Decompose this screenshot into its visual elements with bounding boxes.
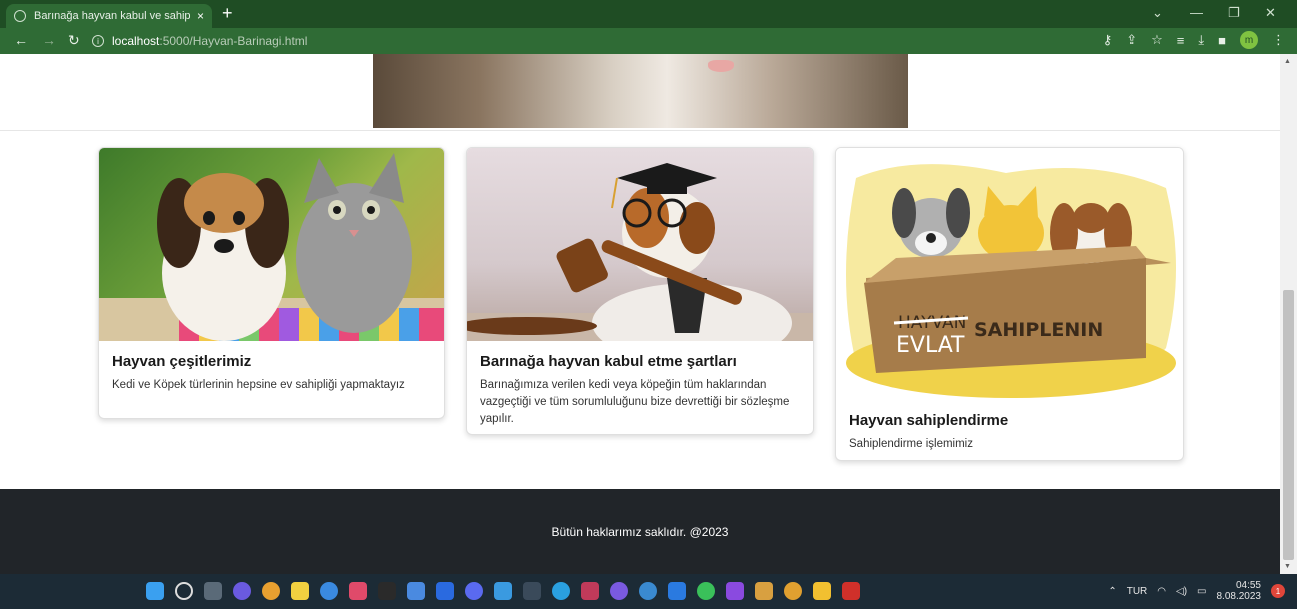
whatsapp-icon[interactable]: [697, 582, 715, 600]
browser-tab[interactable]: Barınağa hayvan kabul ve sahiple ×: [6, 4, 212, 28]
info-icon[interactable]: i: [92, 35, 104, 47]
viber-icon[interactable]: [610, 582, 628, 600]
forward-arrow-icon[interactable]: →: [42, 32, 56, 48]
adopt-box-illustration: HAYVAN EVLAT SAHIPLENIN: [846, 164, 1176, 398]
signal-icon[interactable]: [639, 582, 657, 600]
card-text: Sahiplendirme işlemimiz: [849, 438, 973, 450]
scrollbar-thumb[interactable]: [1283, 290, 1294, 560]
clock-time: 04:55: [1235, 580, 1261, 591]
address-bar[interactable]: i localhost :5000/Hayvan-Barinagi.html: [92, 31, 1042, 51]
pocket-icon[interactable]: [581, 582, 599, 600]
taskbar-apps: [146, 582, 860, 600]
new-tab-button[interactable]: +: [222, 4, 233, 22]
close-icon[interactable]: ×: [197, 9, 204, 23]
powershell-icon[interactable]: [436, 582, 454, 600]
discord-icon[interactable]: [465, 582, 483, 600]
reload-icon[interactable]: ↻: [68, 32, 80, 49]
page-viewport: Hayvan çeşitlerimiz Kedi ve Köpek türler…: [0, 54, 1280, 574]
toolbar-icons: ⚷ ⇪ ☆ ≡ ⤓ ■ m ⋮: [1103, 31, 1285, 49]
pdf-reader-icon[interactable]: [842, 582, 860, 600]
task-view-icon[interactable]: [204, 582, 222, 600]
share-icon[interactable]: ⇪: [1126, 32, 1137, 48]
page-footer: Bütün haklarımız saklıdır. @2023: [0, 489, 1280, 574]
image-overlay-text: EVLAT: [896, 333, 965, 358]
windows-taskbar: ⌃ TUR ◠ ◁) ▭ 04:55 8.08.2023 1: [0, 574, 1297, 609]
star-icon[interactable]: ☆: [1151, 32, 1163, 48]
store-icon[interactable]: [407, 582, 425, 600]
hero-image-cat: [373, 54, 908, 128]
section-divider: [0, 130, 1280, 131]
cat-nose-decoration: [708, 60, 734, 72]
dev-icon[interactable]: [349, 582, 367, 600]
window-close-icon[interactable]: ✕: [1265, 5, 1276, 21]
mail-icon[interactable]: [494, 582, 512, 600]
image-main-text: SAHIPLENIN: [974, 319, 1103, 341]
chevron-up-icon[interactable]: ⌃: [1108, 586, 1116, 597]
epic-games-icon[interactable]: [378, 582, 396, 600]
paint-icon[interactable]: [755, 582, 773, 600]
card-title: Hayvan sahiplendirme: [849, 412, 1009, 429]
card-adoption: HAYVAN EVLAT SAHIPLENIN Hayvan sahiplend…: [835, 147, 1184, 461]
reading-list-icon[interactable]: ≡: [1177, 33, 1185, 48]
card-animal-types: Hayvan çeşitlerimiz Kedi ve Köpek türler…: [98, 147, 445, 419]
card-image-judge-dog: [467, 148, 813, 363]
scroll-down-icon[interactable]: ▼: [1284, 563, 1291, 570]
restore-icon[interactable]: ❐: [1228, 5, 1240, 21]
search-icon[interactable]: [175, 582, 193, 600]
terminal-icon[interactable]: [523, 582, 541, 600]
tab-title: Barınağa hayvan kabul ve sahiple: [34, 10, 191, 22]
browser-tab-strip: Barınağa hayvan kabul ve sahiple × + ⌄ —…: [0, 0, 1297, 28]
system-tray: ⌃ TUR ◠ ◁) ▭ 04:55 8.08.2023 1: [1108, 580, 1285, 602]
card-image-puppy-kitten: [99, 148, 444, 341]
card-title: Hayvan çeşitlerimiz: [112, 353, 252, 370]
judge-dog-illustration: [467, 163, 813, 363]
chrome-active-icon[interactable]: [784, 582, 802, 600]
download-icon[interactable]: ⤓: [1198, 32, 1204, 48]
footer-text: Bütün haklarımız saklıdır. @2023: [551, 524, 729, 539]
chrome-icon[interactable]: [262, 582, 280, 600]
key-icon[interactable]: ⚷: [1103, 32, 1113, 48]
wifi-icon[interactable]: ◠: [1157, 586, 1166, 597]
minimize-icon[interactable]: —: [1190, 5, 1203, 20]
bolt-icon[interactable]: [291, 582, 309, 600]
language-indicator[interactable]: TUR: [1127, 586, 1148, 597]
card-shelter-rules: Barınağa hayvan kabul etme şartları Barı…: [466, 147, 814, 435]
card-image-adopt-box: HAYVAN EVLAT SAHIPLENIN: [836, 148, 1183, 406]
teams-icon[interactable]: [233, 582, 251, 600]
visual-studio-icon[interactable]: [726, 582, 744, 600]
card-text: Kedi ve Köpek türlerinin hepsine ev sahi…: [112, 379, 405, 391]
volume-icon[interactable]: ◁): [1176, 586, 1187, 597]
card-text: Barınağımıza verilen kedi veya köpeğin t…: [480, 379, 790, 425]
windows-start-icon[interactable]: [146, 582, 164, 600]
card-title: Barınağa hayvan kabul etme şartları: [480, 353, 737, 370]
url-host: localhost: [112, 34, 160, 48]
file-explorer-icon[interactable]: [813, 582, 831, 600]
clock[interactable]: 04:55 8.08.2023: [1217, 580, 1262, 602]
vertical-scrollbar[interactable]: ▲ ▼: [1280, 54, 1297, 574]
sidepanel-icon[interactable]: ■: [1218, 33, 1226, 48]
url-path: :5000/Hayvan-Barinagi.html: [159, 34, 308, 48]
notification-badge[interactable]: 1: [1271, 584, 1285, 598]
scroll-up-icon[interactable]: ▲: [1284, 58, 1291, 65]
chevron-down-icon[interactable]: ⌄: [1152, 5, 1163, 21]
browser-toolbar: ← → ↻ i localhost :5000/Hayvan-Barinagi.…: [0, 28, 1297, 54]
clock-date: 8.08.2023: [1216, 591, 1262, 602]
battery-icon[interactable]: ▭: [1197, 586, 1206, 597]
profile-avatar[interactable]: m: [1240, 31, 1258, 49]
menu-dots-icon[interactable]: ⋮: [1272, 32, 1285, 48]
app-icon[interactable]: [320, 582, 338, 600]
telegram-icon[interactable]: [552, 582, 570, 600]
back-arrow-icon[interactable]: ←: [14, 32, 28, 48]
puppy-kitten-illustration: [99, 153, 444, 341]
vscode-icon[interactable]: [668, 582, 686, 600]
globe-icon: [14, 10, 26, 22]
